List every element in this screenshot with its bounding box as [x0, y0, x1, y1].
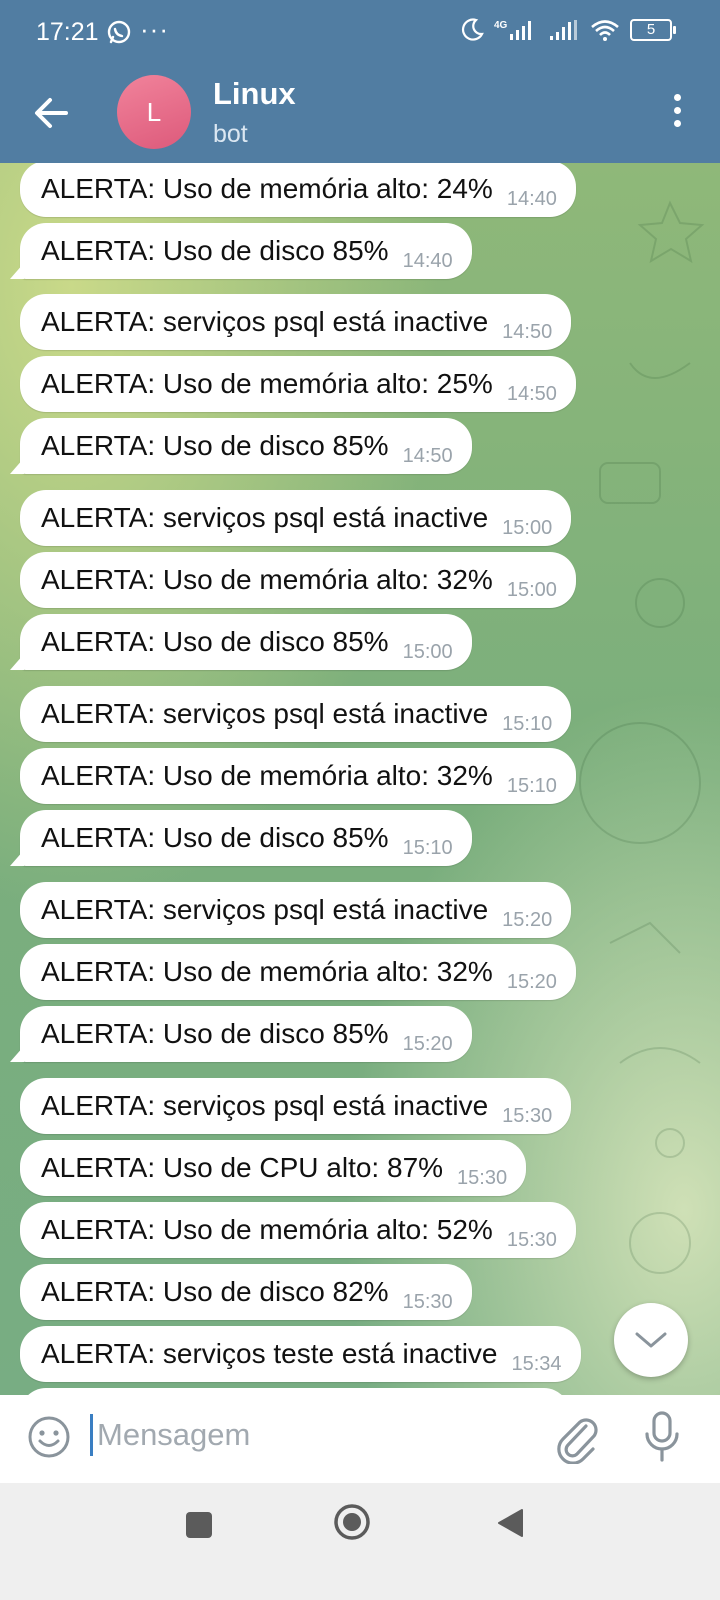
message-bubble[interactable]: ALERTA: Uso de disco 85% 15:00: [20, 614, 472, 670]
message-text: ALERTA: Uso de disco 85%: [41, 626, 389, 657]
message-text: ALERTA: Uso de memória alto: 32%: [41, 760, 493, 791]
message-time: 15:20: [502, 908, 553, 931]
nav-back-icon[interactable]: [495, 1507, 525, 1539]
message-text: ALERTA: Uso de disco 85%: [41, 1018, 389, 1049]
nav-square-icon[interactable]: [186, 1512, 212, 1538]
message-time: 15:20: [506, 970, 557, 993]
message-text: ALERTA: Uso de disco 85%: [41, 822, 389, 853]
status-icons: 4G 5: [460, 18, 676, 42]
message-text: ALERTA: Uso de memória alto: 32%: [41, 564, 493, 595]
message-bubble[interactable]: ALERTA: Uso de memória alto: 32% 15:00: [20, 552, 576, 608]
notification-dots: ···: [140, 14, 169, 44]
message-bubble[interactable]: ALERTA: Uso de memória alto: 52% 15:30: [20, 1202, 576, 1258]
message-text: ALERTA: serviços teste está inactive: [41, 1338, 498, 1369]
message-text: ALERTA: Uso de memória alto: 52%: [41, 1214, 493, 1245]
message-text: ALERTA: Uso de CPU alto: 87%: [41, 1152, 444, 1183]
back-arrow-icon[interactable]: [26, 88, 76, 138]
avatar-letter: L: [146, 97, 162, 127]
scroll-down-button[interactable]: [614, 1303, 688, 1377]
signal-4g-icon: 4G: [494, 20, 531, 40]
signal-strength-icon: [550, 20, 577, 40]
message-text: ALERTA: Uso de disco 82%: [41, 1276, 389, 1307]
message-time: 15:20: [402, 1032, 453, 1055]
system-navigation-bar: [0, 1483, 720, 1600]
message-text: ALERTA: serviços psql está inactive: [41, 698, 489, 729]
message-bubble[interactable]: ALERTA: Uso de disco 85% 14:40: [20, 223, 472, 279]
message-time: 15:30: [457, 1166, 508, 1189]
message-bubble[interactable]: ALERTA: Uso de memória alto: 24% 14:40: [20, 163, 576, 217]
message-time: 14:50: [502, 320, 553, 343]
message-input[interactable]: [95, 1409, 539, 1461]
message-bubble[interactable]: ALERTA: serviços psql está inactive 14:5…: [20, 294, 572, 350]
message-time: 15:10: [402, 836, 453, 859]
message-text: ALERTA: serviços psql está inactive: [41, 306, 489, 337]
chevron-down-icon: [635, 1332, 667, 1348]
message-time: 15:10: [502, 712, 553, 735]
mic-icon[interactable]: [640, 1410, 684, 1464]
chat-title[interactable]: Linux: [213, 76, 296, 112]
message-time: 15:30: [402, 1290, 453, 1313]
more-vertical-icon[interactable]: [670, 94, 684, 130]
message-bubble[interactable]: ALERTA: Uso de disco 85% 15:10: [20, 810, 472, 866]
message-text: ALERTA: serviços psql está inactive: [41, 502, 489, 533]
emoji-icon[interactable]: [27, 1415, 71, 1459]
chat-subtitle: bot: [213, 120, 248, 148]
message-bubble[interactable]: ALERTA: Uso de disco 85% 14:50: [20, 418, 472, 474]
message-bubble[interactable]: ALERTA: Uso de memória alto: 32% 15:10: [20, 748, 576, 804]
message-time: 15:34: [511, 1352, 562, 1375]
message-bubble[interactable]: ALERTA: serviços psql está inactive 15:1…: [20, 686, 572, 742]
message-composer: [0, 1395, 720, 1483]
message-bubble[interactable]: ALERTA: Uso de disco 82% 15:30: [20, 1264, 472, 1320]
chat-messages[interactable]: ALERTA: Uso de memória alto: 24% 14:40 A…: [0, 163, 720, 1395]
message-time: 14:40: [506, 187, 557, 210]
do-not-disturb-moon-icon: [461, 18, 484, 41]
message-time: 14:50: [402, 444, 453, 467]
chat-header: 17:21 ··· 4G 5 L Linux bot: [0, 0, 720, 163]
whatsapp-notification-icon: [107, 20, 131, 44]
message-bubble[interactable]: ALERTA: Uso de memória alto: 32% 15:20: [20, 944, 576, 1000]
message-text: ALERTA: serviços psql está inactive: [41, 1090, 489, 1121]
message-text: ALERTA: Uso de disco 85%: [41, 430, 389, 461]
message-time: 14:50: [506, 382, 557, 405]
message-text: ALERTA: Uso de memória alto: 25%: [41, 368, 493, 399]
battery-icon: 5: [630, 19, 676, 41]
message-time: 15:30: [506, 1228, 557, 1251]
battery-level: 5: [646, 21, 656, 38]
message-bubble[interactable]: ALERTA: serviços teste está inactive 15:…: [20, 1326, 581, 1382]
message-bubble[interactable]: ALERTA: serviços psql está inactive 15:0…: [20, 490, 572, 546]
wifi-icon: [591, 20, 619, 41]
message-text: ALERTA: Uso de memória alto: 32%: [41, 956, 493, 987]
message-bubble[interactable]: ALERTA: Uso de disco 85% 15:20: [20, 1006, 472, 1062]
attach-icon[interactable]: [553, 1412, 601, 1464]
message-bubble[interactable]: ALERTA: Uso de memória alto: 25% 14:50: [20, 356, 576, 412]
message-time: 14:40: [402, 249, 453, 272]
message-text: ALERTA: Uso de disco 85%: [41, 235, 389, 266]
message-time: 15:10: [506, 774, 557, 797]
message-time: 15:00: [502, 516, 553, 539]
message-bubble[interactable]: ALERTA: serviços psql está inactive 15:3…: [20, 1078, 572, 1134]
nav-home-icon[interactable]: [333, 1503, 371, 1541]
status-time: 17:21: [36, 18, 99, 46]
message-time: 15:00: [506, 578, 557, 601]
message-bubble-partial[interactable]: [20, 1388, 570, 1395]
message-bubble[interactable]: ALERTA: Uso de CPU alto: 87% 15:30: [20, 1140, 527, 1196]
message-bubble[interactable]: ALERTA: serviços psql está inactive 15:2…: [20, 882, 572, 938]
message-time: 15:00: [402, 640, 453, 663]
svg-text:4G: 4G: [494, 20, 508, 31]
text-cursor: [90, 1414, 93, 1456]
message-text: ALERTA: Uso de memória alto: 24%: [41, 173, 493, 204]
message-text: ALERTA: serviços psql está inactive: [41, 894, 489, 925]
avatar[interactable]: L: [117, 75, 191, 149]
message-time: 15:30: [502, 1104, 553, 1127]
